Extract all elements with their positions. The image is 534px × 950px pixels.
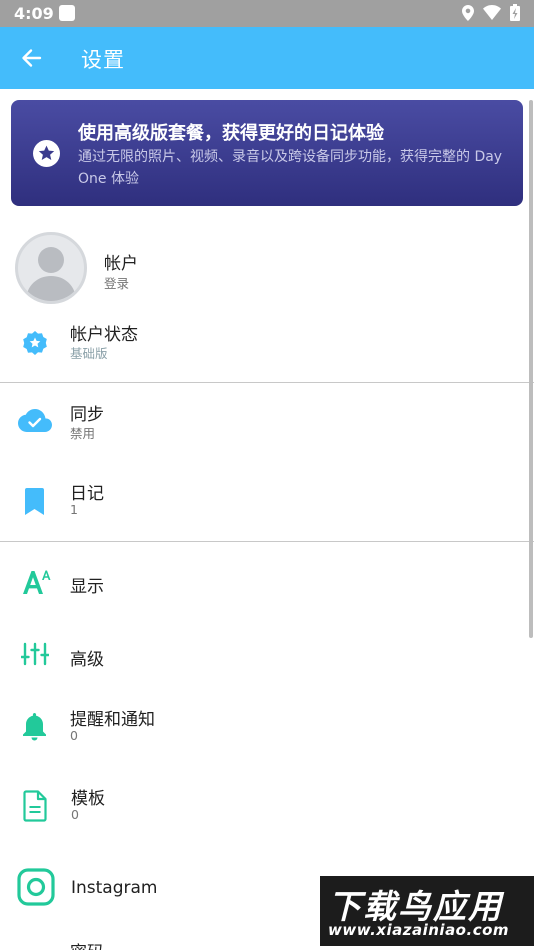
templates-subtitle: 0 <box>71 807 79 822</box>
document-icon <box>23 790 47 822</box>
bookmark-icon <box>25 488 44 515</box>
verified-badge-icon <box>23 331 47 355</box>
page-title: 设置 <box>81 48 125 72</box>
advanced-title: 高级 <box>70 650 104 670</box>
status-time: 4:09 <box>14 4 54 23</box>
arrow-back-icon[interactable] <box>20 47 42 69</box>
sync-title: 同步 <box>70 405 104 425</box>
watermark-url: www.xiazainiao.com <box>328 921 510 939</box>
reminders-subtitle: 0 <box>70 728 78 743</box>
app-bar: 设置 <box>0 27 534 89</box>
sliders-icon <box>21 642 49 666</box>
passcode-title: 密码 <box>70 938 104 950</box>
wifi-icon <box>483 5 501 20</box>
bell-icon <box>23 713 46 741</box>
account-title: 帐户 <box>104 254 138 274</box>
avatar <box>15 232 87 304</box>
journals-title: 日记 <box>70 484 104 504</box>
watermark-logo: 下载鸟应用 www.xiazainiao.com <box>320 876 534 946</box>
location-icon <box>462 4 474 21</box>
premium-title: 使用高级版套餐，获得更好的日记体验 <box>78 123 384 144</box>
display-title: 显示 <box>70 577 104 597</box>
premium-banner[interactable]: 使用高级版套餐，获得更好的日记体验 通过无限的照片、视频、录音以及跨设备同步功能… <box>11 100 523 206</box>
account-status-title: 帐户状态 <box>70 325 138 345</box>
instagram-title: Instagram <box>71 878 158 898</box>
journals-subtitle: 1 <box>70 502 78 517</box>
star-badge-icon <box>33 140 60 167</box>
sync-subtitle: 禁用 <box>70 426 96 441</box>
account-subtitle: 登录 <box>104 276 130 291</box>
instagram-icon <box>17 868 55 906</box>
scrollbar[interactable] <box>529 100 533 638</box>
cloud-check-icon <box>18 409 52 432</box>
reminders-title: 提醒和通知 <box>70 710 155 730</box>
avatar-person-icon <box>26 247 76 301</box>
section-divider <box>0 541 534 542</box>
templates-title: 模板 <box>71 789 105 809</box>
status-bar: 4:09 <box>0 0 534 27</box>
notification-icon <box>59 5 75 21</box>
battery-icon <box>510 4 520 21</box>
premium-description: 通过无限的照片、视频、录音以及跨设备同步功能，获得完整的 Day One 体验 <box>78 149 503 187</box>
account-status-subtitle: 基础版 <box>70 346 108 361</box>
font-size-icon <box>23 570 51 594</box>
section-divider <box>0 382 534 383</box>
